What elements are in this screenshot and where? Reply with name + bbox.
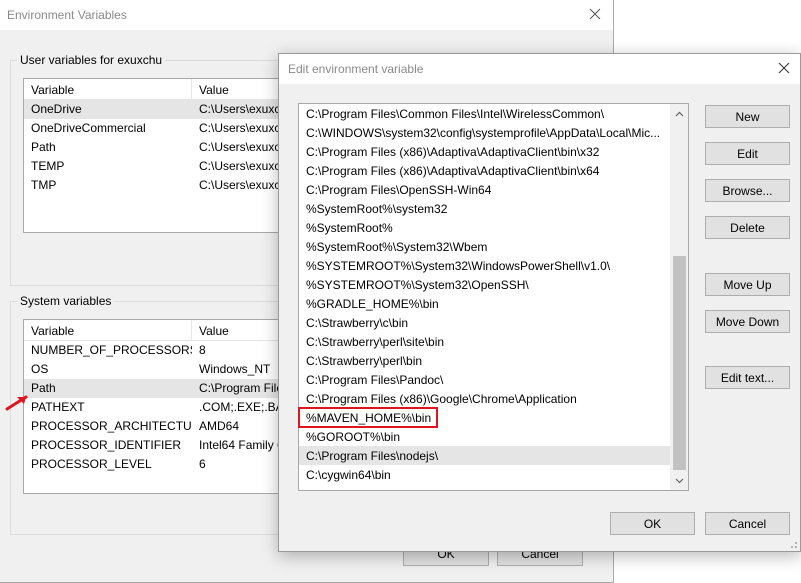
list-item-selected[interactable]: C:\Program Files\nodejs\ [299, 446, 670, 465]
table-row[interactable]: Path C:\Users\exuxc [24, 138, 312, 157]
scroll-up-arrow-icon[interactable] [671, 105, 688, 122]
list-item[interactable]: C:\Program Files (x86)\Adaptiva\Adaptiva… [299, 161, 670, 180]
list-item[interactable]: %GRADLE_HOME%\bin [299, 294, 670, 313]
list-item[interactable]: C:\Program Files (x86)\Google\Chrome\App… [299, 389, 670, 408]
list-item[interactable]: C:\Program Files\Pandoc\ [299, 370, 670, 389]
list-item[interactable]: C:\WINDOWS\system32\config\systemprofile… [299, 123, 670, 142]
scroll-down-arrow-icon[interactable] [671, 472, 688, 489]
edit-environment-variable-dialog: Edit environment variable C:\Program Fil… [278, 53, 801, 552]
table-header: Variable Value [24, 79, 312, 100]
list-item[interactable]: C:\Program Files\OpenSSH-Win64 [299, 180, 670, 199]
system-variables-label: System variables [17, 294, 115, 308]
table-row[interactable]: PROCESSOR_ARCHITECTURE AMD64 [24, 417, 312, 436]
list-item[interactable]: %SystemRoot%\System32\Wbem [299, 237, 670, 256]
list-item[interactable]: C:\cygwin64\bin [299, 465, 670, 484]
table-row[interactable]: OneDriveCommercial C:\Users\exuxc [24, 119, 312, 138]
list-item[interactable]: %SystemRoot% [299, 218, 670, 237]
list-item[interactable]: C:\Strawberry\perl\bin [299, 351, 670, 370]
table-row[interactable]: Path C:\Program File [24, 379, 312, 398]
table-row[interactable]: OneDrive C:\Users\exuxc [24, 100, 312, 119]
table-row[interactable]: PROCESSOR_LEVEL 6 [24, 455, 312, 474]
list-item[interactable]: %MAVEN_HOME%\bin [299, 408, 670, 427]
delete-button[interactable]: Delete [705, 216, 790, 239]
annotation-arrow-icon [5, 395, 28, 411]
scrollbar-thumb[interactable] [673, 256, 686, 470]
move-up-button[interactable]: Move Up [705, 273, 790, 296]
user-variables-table[interactable]: Variable Value OneDrive C:\Users\exuxc O… [23, 78, 313, 233]
table-row[interactable]: PATHEXT .COM;.EXE;.BAT [24, 398, 312, 417]
move-down-button[interactable]: Move Down [705, 310, 790, 333]
list-item[interactable]: %SYSTEMROOT%\System32\WindowsPowerShell\… [299, 256, 670, 275]
edit-text-button[interactable]: Edit text... [705, 366, 790, 389]
resize-grip-icon[interactable] [788, 539, 798, 549]
cell-variable: PROCESSOR_LEVEL [31, 457, 152, 471]
cell-variable: Path [31, 140, 56, 154]
list-item[interactable]: %GOROOT%\bin [299, 427, 670, 446]
list-item[interactable]: %SystemRoot%\system32 [299, 199, 670, 218]
cell-variable: Path [31, 381, 56, 395]
user-variables-label: User variables for exuxchu [17, 53, 166, 67]
cell-variable: TMP [31, 178, 57, 192]
cell-variable: OneDrive [31, 102, 82, 116]
browse-button[interactable]: Browse... [705, 179, 790, 202]
cell-variable: PROCESSOR_IDENTIFIER [31, 438, 182, 452]
edit-dialog-title: Edit environment variable [288, 62, 424, 76]
table-row[interactable]: PROCESSOR_IDENTIFIER Intel64 Family 6 [24, 436, 312, 455]
cell-variable: TEMP [31, 159, 65, 173]
ok-button[interactable]: OK [610, 512, 695, 535]
table-row[interactable]: OS Windows_NT [24, 360, 312, 379]
list-item[interactable]: C:\Strawberry\perl\site\bin [299, 332, 670, 351]
system-variables-table[interactable]: Variable Value NUMBER_OF_PROCESSORS 8 OS… [23, 319, 313, 494]
list-item[interactable]: %SYSTEMROOT%\System32\OpenSSH\ [299, 275, 670, 294]
list-item[interactable]: C:\Program Files\Common Files\Intel\Wire… [299, 104, 670, 123]
edit-titlebar: Edit environment variable [279, 54, 800, 84]
env-window-title: Environment Variables [7, 8, 127, 22]
cell-variable: PROCESSOR_ARCHITECTURE [31, 419, 192, 433]
table-row[interactable]: TEMP C:\Users\exuxc [24, 157, 312, 176]
new-button[interactable]: New [705, 105, 790, 128]
cell-variable: NUMBER_OF_PROCESSORS [31, 343, 192, 357]
env-titlebar: Environment Variables [0, 0, 613, 30]
column-header-variable[interactable]: Variable [24, 320, 192, 340]
table-header: Variable Value [24, 320, 312, 341]
env-close-icon[interactable] [583, 3, 607, 25]
list-scrollbar[interactable] [670, 104, 688, 490]
path-entries-list[interactable]: C:\Program Files\Common Files\Intel\Wire… [298, 103, 689, 491]
edit-button[interactable]: Edit [705, 142, 790, 165]
edit-close-icon[interactable] [772, 57, 796, 79]
cancel-button[interactable]: Cancel [705, 512, 790, 535]
cell-variable: PATHEXT [31, 400, 85, 414]
list-item[interactable]: C:\Program Files (x86)\Adaptiva\Adaptiva… [299, 142, 670, 161]
table-row[interactable]: TMP C:\Users\exuxc [24, 176, 312, 195]
table-row[interactable]: NUMBER_OF_PROCESSORS 8 [24, 341, 312, 360]
column-header-variable[interactable]: Variable [24, 79, 192, 99]
cell-variable: OS [31, 362, 49, 376]
cell-variable: OneDriveCommercial [31, 121, 146, 135]
list-item[interactable]: C:\Strawberry\c\bin [299, 313, 670, 332]
